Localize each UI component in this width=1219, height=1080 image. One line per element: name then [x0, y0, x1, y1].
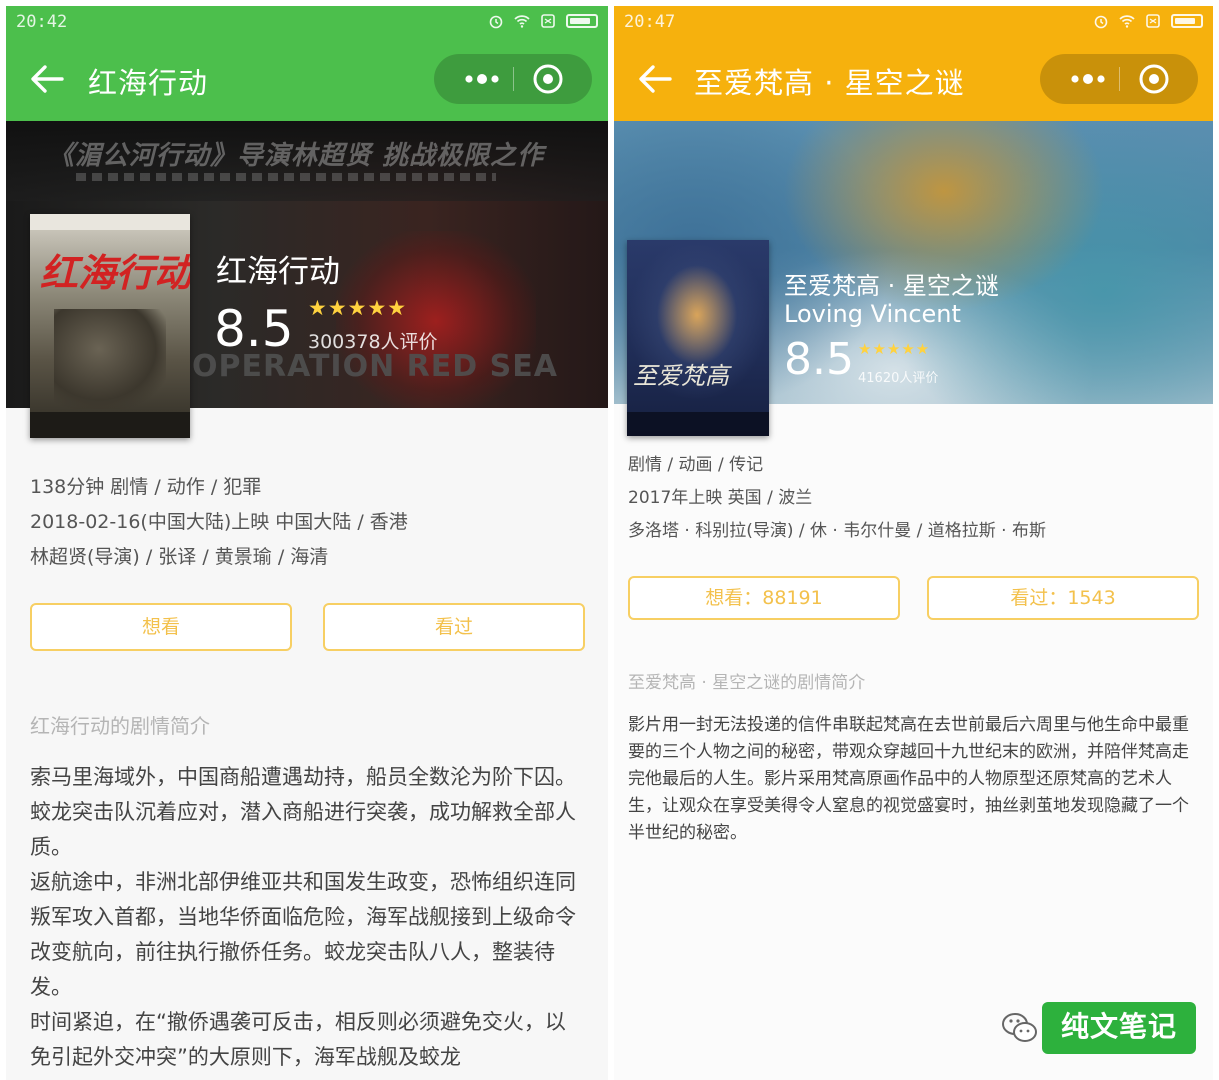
page-title: 至爱梵高 · 星空之谜 — [694, 66, 965, 100]
close-miniprogram-icon[interactable] — [532, 63, 564, 95]
want-to-watch-button[interactable]: 想看：88191 — [628, 576, 900, 620]
status-time: 20:42 — [16, 12, 68, 32]
movie-title: 至爱梵高 · 星空之谜 — [784, 272, 999, 300]
wifi-icon — [1119, 15, 1135, 28]
poster-title: 红海行动 — [40, 251, 190, 295]
watermark-text: 纯文笔记 — [1042, 1002, 1196, 1054]
wechat-watermark: 纯文笔记 — [1000, 1002, 1200, 1056]
synopsis-paragraph: 影片用一封无法投递的信件串联起梵高在去世前最后六周里与他生命中最重要的三个人物之… — [628, 715, 1189, 843]
movie-info-release: 2018-02-16(中国大陆)上映 中国大陆 / 香港 — [30, 511, 408, 533]
close-miniprogram-icon[interactable] — [1138, 63, 1170, 95]
synopsis-body: 索马里海域外，中国商船遭遇劫持，船员全数沦为阶下囚。蛟龙突击队沉着应对，潜入商船… — [30, 760, 586, 1075]
miniprogram-capsule — [434, 54, 592, 104]
movie-poster: 至爱梵高 — [627, 240, 769, 436]
watched-button[interactable]: 看过：1543 — [927, 576, 1199, 620]
banner-text: 《湄公河行动》导演林超贤 挑战极限之作 — [48, 141, 545, 171]
status-time: 20:47 — [624, 12, 676, 32]
synopsis-paragraph: 索马里海域外，中国商船遭遇劫持，船员全数沦为阶下囚。蛟龙突击队沉着应对，潜入商船… — [30, 765, 576, 859]
synopsis-body: 影片用一封无法投递的信件串联起梵高在去世前最后六周里与他生命中最重要的三个人物之… — [628, 712, 1202, 847]
movie-rating: 8.5 — [214, 300, 294, 358]
movie-info-genre: 剧情 / 动画 / 传记 — [628, 455, 764, 475]
movie-english-title: Loving Vincent — [784, 300, 961, 328]
sim-icon — [1146, 14, 1160, 28]
wifi-icon — [514, 15, 530, 28]
page-title: 红海行动 — [88, 66, 209, 100]
status-icons — [488, 13, 598, 29]
movie-info-release: 2017年上映 英国 / 波兰 — [628, 488, 813, 508]
sim-icon — [541, 14, 555, 28]
movie-info-cast: 多洛塔 · 科别拉(导演) / 休 · 韦尔什曼 / 道格拉斯 · 布斯 — [628, 521, 1046, 541]
right-navbar: 至爱梵高 · 星空之谜 — [614, 38, 1213, 121]
wechat-icon — [1002, 1013, 1037, 1042]
watched-button[interactable]: 看过 — [323, 603, 585, 651]
miniprogram-capsule — [1040, 54, 1198, 104]
battery-icon — [1171, 14, 1203, 28]
alarm-icon — [489, 15, 503, 29]
poster-title: 至爱梵高 — [633, 362, 729, 390]
movie-rating: 8.5 — [784, 334, 854, 385]
right-phone-screen: 20:47 至爱梵高 · 星空之谜 至爱梵高 至爱梵高 · 星空之谜 Lovin… — [614, 6, 1213, 1080]
movie-poster: 红海行动 — [30, 214, 190, 438]
rating-count: 300378人评价 — [308, 331, 438, 353]
right-status-bar: 20:47 — [614, 6, 1213, 38]
capsule-divider — [513, 67, 514, 91]
back-arrow-icon[interactable] — [30, 64, 64, 94]
left-status-bar: 20:42 — [6, 6, 608, 38]
back-arrow-icon[interactable] — [638, 64, 672, 94]
alarm-icon — [1094, 15, 1108, 29]
rating-count: 41620人评价 — [858, 371, 939, 386]
rating-stars: ★★★★★ — [308, 296, 408, 320]
synopsis-title: 至爱梵高 · 星空之谜的剧情简介 — [628, 673, 866, 693]
left-navbar: 红海行动 — [6, 38, 608, 121]
movie-title: 红海行动 — [216, 254, 340, 290]
rating-stars: ★★★★★ — [858, 340, 931, 358]
more-icon[interactable] — [1058, 64, 1118, 94]
synopsis-title: 红海行动的剧情简介 — [30, 714, 210, 738]
capsule-divider — [1119, 67, 1120, 91]
synopsis-paragraph: 时间紧迫，在“撤侨遇袭可反击，相反则必须避免交火，以免引起外交冲突”的大原则下，… — [30, 1010, 566, 1069]
battery-icon — [566, 14, 598, 28]
want-to-watch-button[interactable]: 想看 — [30, 603, 292, 651]
movie-info-cast: 林超贤(导演) / 张译 / 黄景瑜 / 海清 — [30, 546, 329, 568]
more-icon[interactable] — [452, 64, 512, 94]
movie-info-genre: 138分钟 剧情 / 动作 / 犯罪 — [30, 476, 262, 498]
left-phone-screen: 20:42 红海行动 《湄公河行动》导演林超贤 挑战极限之作 OPERATION… — [6, 6, 608, 1080]
synopsis-paragraph: 返航途中，非洲北部伊维亚共和国发生政变，恐怖组织连同叛军攻入首都，当地华侨面临危… — [30, 870, 576, 999]
status-icons — [1093, 13, 1203, 29]
